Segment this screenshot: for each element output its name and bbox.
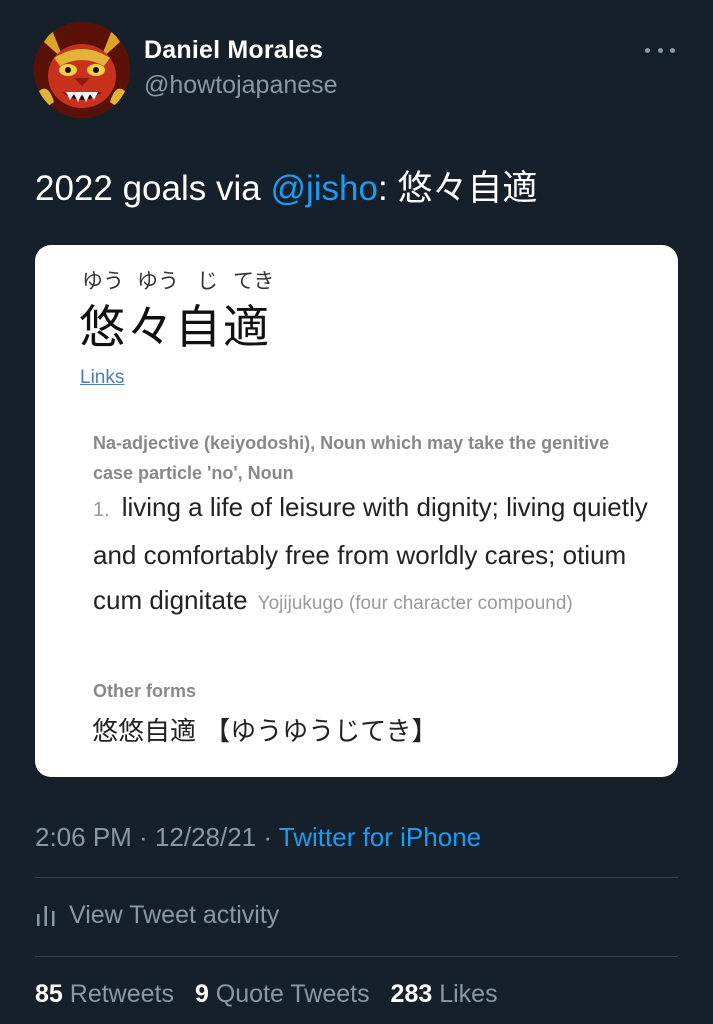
other-forms-label: Other forms bbox=[93, 681, 197, 701]
tweet-timestamp: 2:06 PM · 12/28/21 · Twitter for iPhone bbox=[35, 822, 481, 853]
tweet-date: 12/28/21 bbox=[154, 822, 257, 852]
other-forms-value: 悠悠自適 【ゆうゆうじてき】 bbox=[92, 717, 438, 747]
oni-mask-image bbox=[34, 22, 130, 118]
more-options-icon[interactable] bbox=[645, 42, 675, 58]
engagement-stats: 85 Retweets 9 Quote Tweets 283 Likes bbox=[35, 980, 512, 1009]
quote-tweets-label: Quote Tweets bbox=[215, 980, 370, 1008]
author-display-name[interactable]: Daniel Morales bbox=[144, 36, 323, 65]
meta-separator: · bbox=[256, 822, 279, 852]
quote-tweets-stat[interactable]: 9 Quote Tweets bbox=[195, 980, 384, 1008]
author-handle[interactable]: @howtojapanese bbox=[144, 71, 338, 100]
likes-stat[interactable]: 283 Likes bbox=[391, 980, 512, 1008]
attached-image-card[interactable]: ゆう ゆう じ てき 悠々自適 Links Na-adjective (keiy… bbox=[35, 245, 678, 777]
tweet-text-suffix: : 悠々自適 bbox=[377, 169, 538, 208]
divider bbox=[35, 956, 678, 957]
retweets-stat[interactable]: 85 Retweets bbox=[35, 980, 188, 1008]
likes-count: 283 bbox=[390, 980, 433, 1008]
avatar[interactable] bbox=[34, 22, 130, 118]
source-link[interactable]: Twitter for iPhone bbox=[279, 822, 481, 852]
mention-link[interactable]: @jisho bbox=[270, 169, 378, 208]
tweet-text: 2022 goals via @jisho: 悠々自適 bbox=[35, 160, 537, 211]
more-dot bbox=[670, 47, 675, 53]
part-of-speech-tags: Na-adjective (keiyodoshi), Noun which ma… bbox=[93, 433, 610, 483]
retweets-label: Retweets bbox=[69, 980, 174, 1008]
meaning-number: 1. bbox=[93, 499, 110, 521]
more-dot bbox=[657, 47, 663, 53]
retweets-count: 85 bbox=[35, 980, 63, 1008]
tweet-time: 2:06 PM bbox=[35, 822, 132, 852]
meta-separator: · bbox=[131, 822, 155, 852]
quote-tweets-count: 9 bbox=[194, 980, 209, 1008]
tweet-text-prefix: 2022 goals via bbox=[35, 169, 271, 208]
meaning-definition: 1. living a life of leisure with dignity;… bbox=[93, 485, 653, 626]
headword: 悠々自適 bbox=[79, 300, 271, 354]
view-activity-button[interactable]: View Tweet activity bbox=[35, 898, 279, 932]
divider bbox=[35, 877, 678, 878]
links-link[interactable]: Links bbox=[80, 367, 124, 389]
bar-chart-icon bbox=[37, 906, 55, 926]
likes-label: Likes bbox=[439, 980, 498, 1008]
supplemental-info: Yojijukugo (four character compound) bbox=[257, 593, 573, 614]
view-activity-label: View Tweet activity bbox=[69, 900, 280, 929]
more-dot bbox=[645, 47, 650, 53]
